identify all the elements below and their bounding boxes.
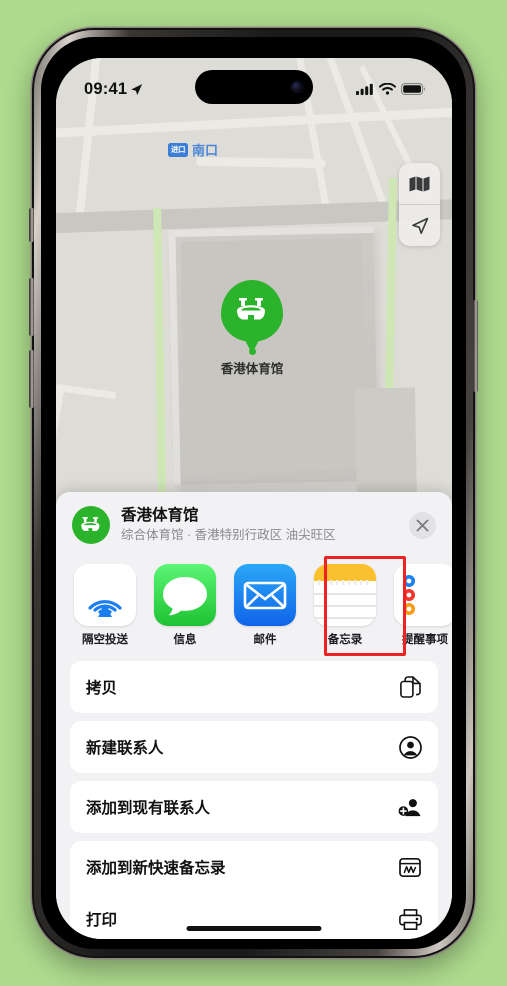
person-circle-icon <box>398 735 422 759</box>
share-target-mail[interactable]: 邮件 <box>234 564 296 647</box>
action-group: 添加到现有联系人 <box>70 781 438 833</box>
action-add-quick-note[interactable]: 添加到新快速备忘录 <box>70 841 438 893</box>
action-label: 打印 <box>86 912 118 929</box>
share-actions-list: 拷贝 新建联系人 添加到现有联系人 添加到新快速备忘录 打印 <box>56 655 452 939</box>
mail-icon <box>234 564 296 626</box>
reminders-icon <box>394 564 452 626</box>
map-building-secondary <box>354 387 418 509</box>
share-sheet-header: 香港体育馆 综合体育馆 · 香港特别行政区 油尖旺区 <box>56 492 452 554</box>
action-group: 新建联系人 <box>70 721 438 773</box>
action-add-existing-contact[interactable]: 添加到现有联系人 <box>70 781 438 833</box>
share-target-label: 提醒事项 <box>402 634 448 646</box>
page-subtitle: 综合体育馆 · 香港特别行政区 油尖旺区 <box>121 527 336 542</box>
action-label: 添加到新快速备忘录 <box>86 860 226 877</box>
action-button[interactable] <box>29 208 34 242</box>
notes-icon <box>314 564 376 626</box>
phone-frame: 进口 南口 香港体育馆 09:41 香港体育馆 综合体育馆 · 香港特别行政区 … <box>29 28 478 958</box>
clock-time: 09:41 <box>84 79 128 98</box>
close-icon <box>416 519 429 531</box>
action-label: 添加到现有联系人 <box>86 800 211 817</box>
map-road <box>56 383 117 400</box>
battery-full-icon <box>401 83 426 95</box>
volume-down-button[interactable] <box>29 350 34 408</box>
messages-icon <box>154 564 216 626</box>
volume-up-button[interactable] <box>29 278 34 336</box>
map-greenway <box>153 207 167 539</box>
printer-icon <box>398 907 422 931</box>
location-arrow-icon <box>411 217 428 234</box>
person-add-icon <box>398 795 422 819</box>
locate-me-button[interactable] <box>399 205 440 246</box>
share-target-label: 备忘录 <box>327 634 363 646</box>
front-camera-icon <box>292 82 302 92</box>
copy-icon <box>398 675 422 699</box>
avatar <box>72 506 110 544</box>
action-group: 添加到新快速备忘录 打印 <box>70 841 438 939</box>
folded-map-icon <box>409 176 430 191</box>
stadium-icon <box>237 298 265 320</box>
map-type-button[interactable] <box>399 163 440 204</box>
action-copy[interactable]: 拷贝 <box>70 661 438 713</box>
close-button[interactable] <box>409 511 436 539</box>
phone-screen: 进口 南口 香港体育馆 09:41 香港体育馆 综合体育馆 · 香港特别行政区 … <box>56 58 452 939</box>
entrance-label: 南口 <box>192 143 219 158</box>
action-print[interactable]: 打印 <box>70 893 438 939</box>
stadium-icon <box>81 516 100 531</box>
share-targets-row[interactable]: 隔空投送 信息 邮件 备忘录 提醒事项 <box>56 554 452 656</box>
wifi-icon <box>379 83 396 95</box>
pin-label: 香港体育馆 <box>220 362 284 376</box>
airdrop-icon <box>74 564 136 626</box>
pin-head <box>221 280 283 342</box>
map-road <box>56 388 65 508</box>
status-icons <box>356 83 426 95</box>
power-button[interactable] <box>473 300 478 392</box>
share-target-airdrop[interactable]: 隔空投送 <box>74 564 136 647</box>
page-title: 香港体育馆 <box>121 507 199 525</box>
action-group: 拷贝 <box>70 661 438 713</box>
share-target-label: 信息 <box>173 634 197 646</box>
action-new-contact[interactable]: 新建联系人 <box>70 721 438 773</box>
action-label: 拷贝 <box>86 680 118 697</box>
share-target-messages[interactable]: 信息 <box>154 564 216 647</box>
share-target-label: 隔空投送 <box>82 634 128 646</box>
dynamic-island <box>195 70 313 104</box>
cellular-bars-icon <box>356 83 373 95</box>
location-arrow-icon <box>131 83 143 95</box>
home-indicator[interactable] <box>186 926 322 931</box>
share-sheet-titles: 香港体育馆 综合体育馆 · 香港特别行政区 油尖旺区 <box>121 506 398 543</box>
map-label-south-gate: 进口 南口 <box>168 140 218 159</box>
status-clock: 09:41 <box>84 80 143 99</box>
entrance-badge: 进口 <box>168 142 188 157</box>
share-target-reminders[interactable]: 提醒事项 <box>394 564 452 647</box>
map-controls <box>399 163 440 246</box>
share-target-label: 邮件 <box>253 634 277 646</box>
action-label: 新建联系人 <box>86 740 164 757</box>
share-target-notes[interactable]: 备忘录 <box>314 564 376 647</box>
share-sheet: 香港体育馆 综合体育馆 · 香港特别行政区 油尖旺区 隔空投送 信息 邮件 备忘… <box>56 492 452 939</box>
map-pin-stadium[interactable]: 香港体育馆 <box>219 280 285 377</box>
quick-note-icon <box>398 855 422 879</box>
